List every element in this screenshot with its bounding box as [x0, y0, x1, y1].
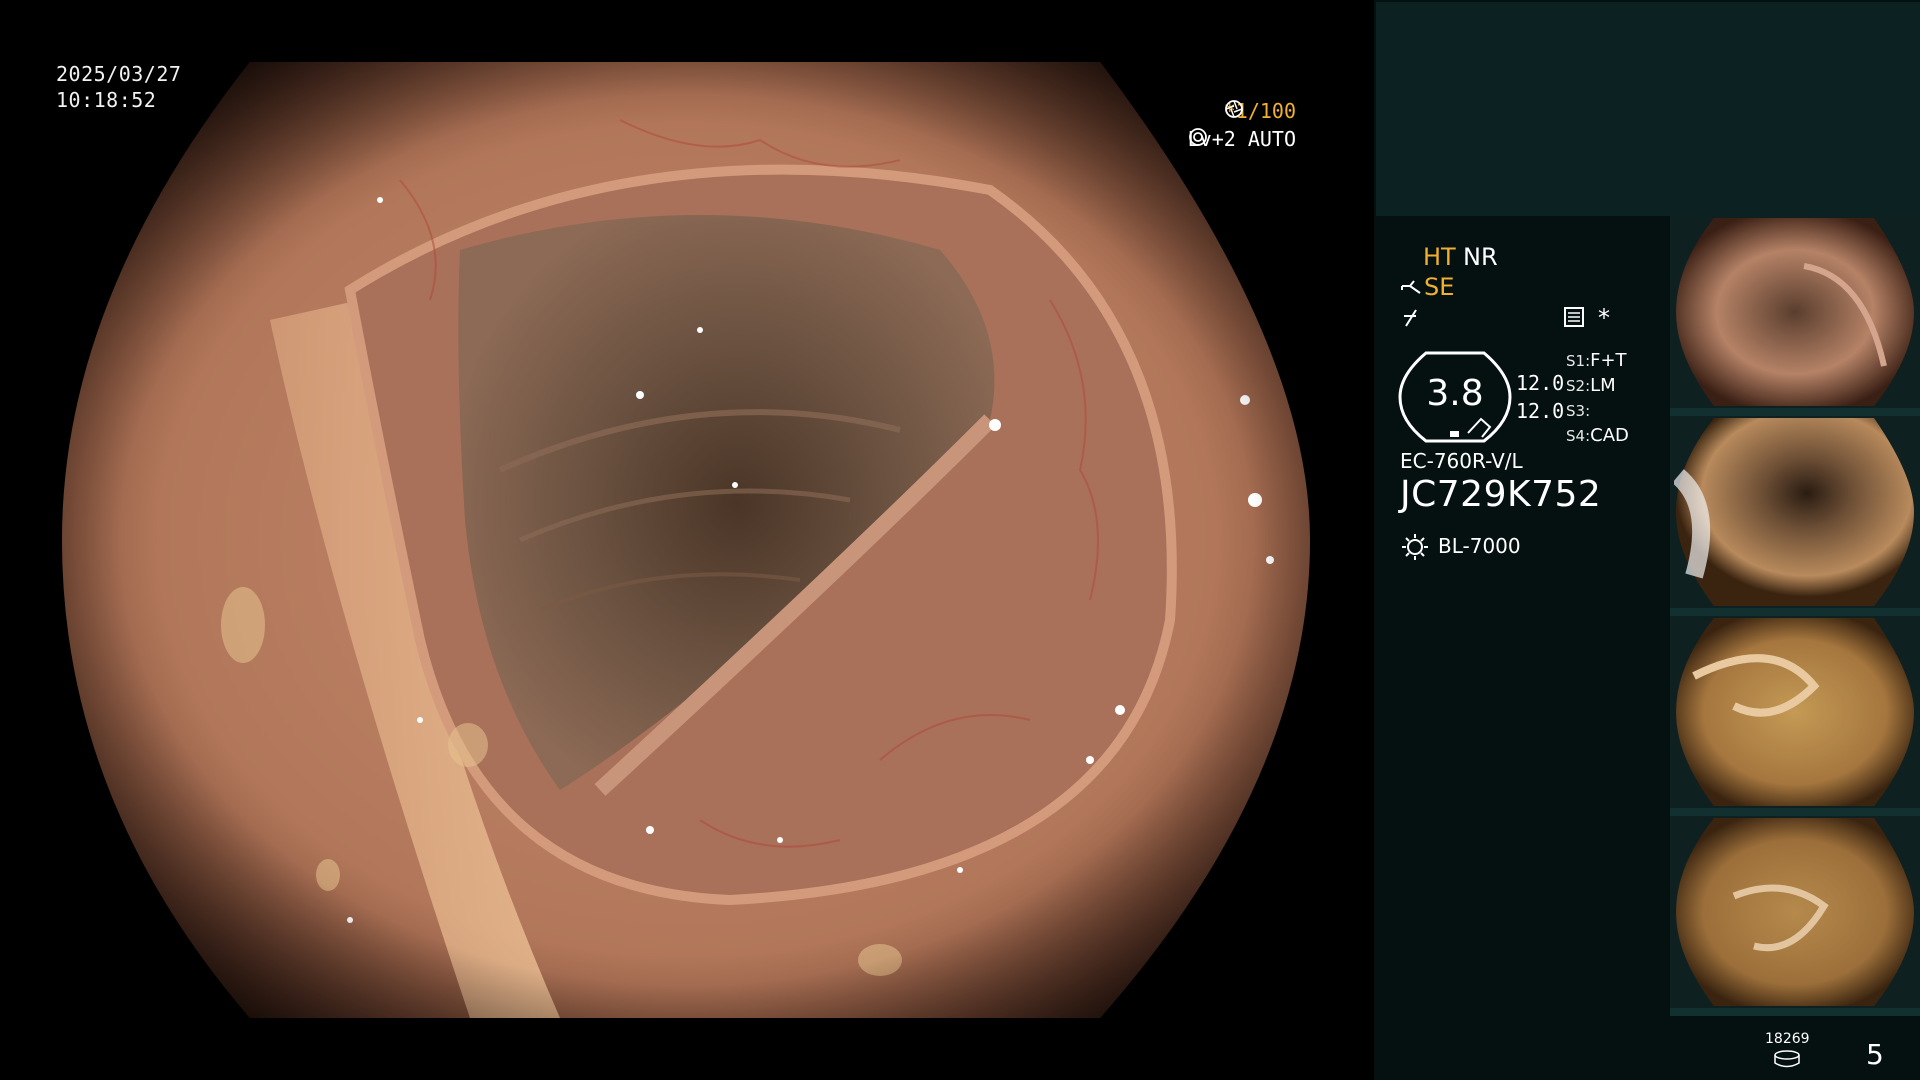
light-source-icon — [1400, 532, 1430, 566]
thumbnail-4[interactable] — [1670, 816, 1920, 1008]
thumbnail-1-bar — [1670, 408, 1920, 416]
endoscope-view: 2025/03/27 10:18:52 *1/100 Lv+2 AUTO — [0, 0, 1374, 1080]
thumbnail-3-bar — [1670, 808, 1920, 816]
thumbnail-4-bar — [1670, 1008, 1920, 1016]
storage-count: 18269 — [1765, 1031, 1810, 1047]
freeze-icon — [1400, 306, 1422, 332]
light-source-label: BL-7000 — [1438, 534, 1521, 558]
asterisk-indicator: * — [1598, 304, 1610, 332]
level-readout: Lv+2 AUTO — [1188, 127, 1319, 151]
scope-icon — [1400, 278, 1424, 302]
thumbnail-3[interactable] — [1670, 616, 1920, 808]
shutter-readout: *1/100 — [1224, 99, 1319, 123]
panel-header-area — [1376, 2, 1920, 216]
image-settings-icon — [1563, 306, 1585, 332]
thumbnail-1[interactable] — [1670, 216, 1920, 408]
date-stamp: 2025/03/27 — [56, 62, 182, 86]
thumbnail-2[interactable] — [1670, 416, 1920, 608]
mode-ht: HT — [1423, 243, 1456, 271]
diameter-value: 3.8 — [1426, 373, 1484, 414]
mode-se: SE — [1424, 273, 1455, 301]
thumbnail-2-bar — [1670, 608, 1920, 616]
switch-s4: S4:CAD — [1566, 425, 1629, 446]
endoscopic-image — [62, 62, 1310, 1018]
scope-serial: JC729K752 — [1400, 474, 1602, 515]
aperture-icon — [1224, 100, 1319, 121]
switch-s2: S2:LM — [1566, 375, 1616, 396]
switch-s3: S3: — [1566, 402, 1591, 420]
scope-model: EC-760R-V/L — [1400, 449, 1523, 473]
mode-nr: NR — [1463, 243, 1498, 271]
auto-iris-icon — [1188, 128, 1319, 149]
disk-icon — [1773, 1050, 1801, 1072]
page-counter: 5 — [1866, 1038, 1884, 1071]
scope-value-2: 12.0 — [1516, 399, 1565, 423]
diameter-box: 3.8 — [1398, 351, 1512, 447]
scope-value-1: 12.0 — [1516, 371, 1565, 395]
switch-s1: S1:F+T — [1566, 350, 1627, 371]
time-stamp: 10:18:52 — [56, 88, 157, 112]
